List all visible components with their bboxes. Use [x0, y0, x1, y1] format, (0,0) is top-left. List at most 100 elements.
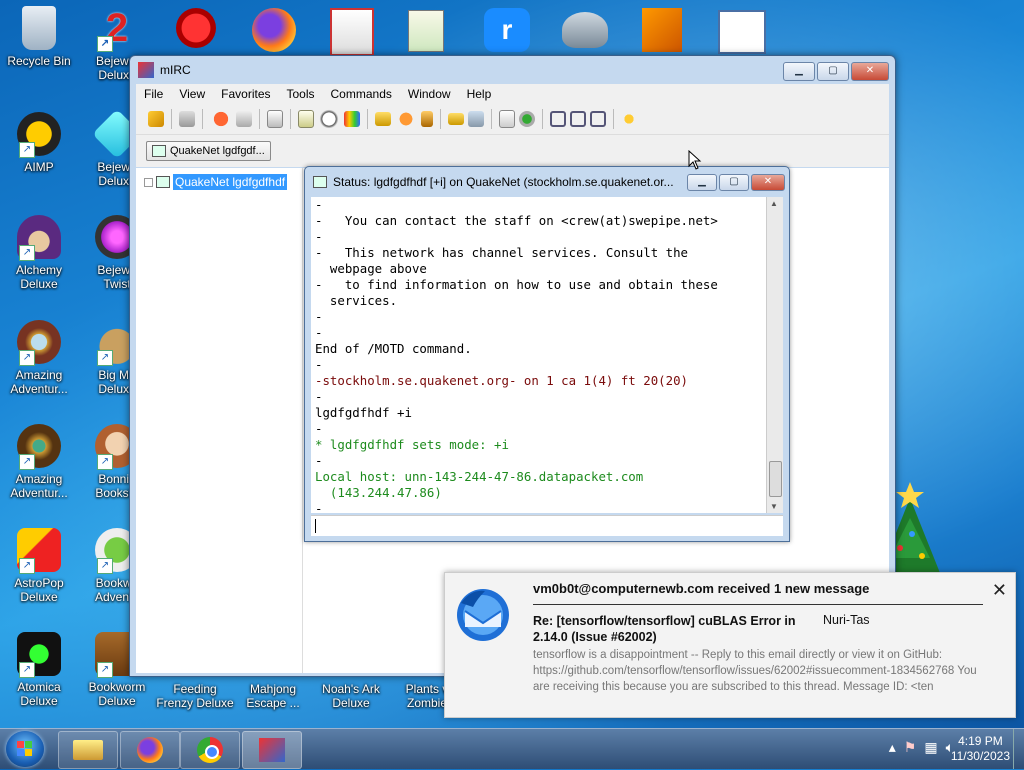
icon-label: Atomica Deluxe	[17, 680, 61, 708]
radiation-icon: ↗	[17, 632, 61, 678]
status-close-button[interactable]: ✕	[751, 174, 785, 191]
tile-vertical-icon[interactable]	[570, 111, 586, 127]
taskbar-clock[interactable]: 4:19 PM 11/30/2023	[951, 734, 1010, 764]
desktop-icon-r-app[interactable]: r	[484, 8, 530, 52]
desktop-icon-noahs-ark[interactable]: Noah's Ark Deluxe	[312, 682, 390, 710]
status-window-controls: ▁ ▢ ✕	[687, 174, 785, 191]
switchbar-button-status[interactable]: QuakeNet lgdfgdf...	[146, 141, 271, 161]
status-window[interactable]: Status: lgdfgdfhdf [+i] on QuakeNet (sto…	[304, 166, 790, 542]
menu-help[interactable]: Help	[459, 87, 500, 101]
status-message-line: * lgdfgdfhdf sets mode: +i	[315, 437, 509, 452]
toolbar-separator	[290, 109, 291, 129]
mirc-titlebar[interactable]: mIRC	[130, 56, 895, 84]
menu-file[interactable]: File	[136, 87, 171, 101]
firefox-icon[interactable]	[252, 8, 296, 52]
scripts-editor-icon[interactable]	[298, 110, 314, 128]
status-maximize-button[interactable]: ▢	[719, 174, 749, 191]
scroll-up-icon[interactable]: ▲	[770, 199, 778, 208]
status-message-line: webpage above	[315, 261, 427, 276]
desktop-icon-feeding-frenzy[interactable]: Feeding Frenzy Deluxe	[156, 682, 234, 710]
status-message-area[interactable]: -- You can contact the staff on <crew(at…	[311, 197, 775, 513]
shark-icon[interactable]	[562, 12, 608, 48]
tree-expand-icon[interactable]	[144, 177, 153, 187]
taskbar-explorer[interactable]	[58, 731, 118, 769]
maximize-button[interactable]: ▢	[817, 62, 849, 81]
desktop-icon-recycle-bin[interactable]: Recycle Bin	[0, 6, 78, 68]
desktop-icon-window-app[interactable]	[718, 10, 766, 54]
recycle-bin-icon	[22, 6, 56, 50]
aimp-icon: ↗	[17, 112, 61, 158]
minimize-button[interactable]: ▁	[783, 62, 815, 81]
status-window-icon	[152, 145, 166, 157]
toolbar-separator	[491, 109, 492, 129]
menu-window[interactable]: Window	[400, 87, 459, 101]
status-message-line: End of /MOTD command.	[315, 341, 472, 356]
menu-commands[interactable]: Commands	[323, 87, 400, 101]
status-command-input[interactable]	[311, 515, 783, 536]
desktop-icon-notepad[interactable]	[408, 10, 444, 52]
desktop-icon-aimp[interactable]: ↗ AIMP	[0, 112, 78, 174]
desktop-icon-mahjong[interactable]	[330, 8, 374, 56]
taskbar-mirc[interactable]	[242, 731, 302, 769]
status-message-line: -	[315, 421, 323, 436]
menu-tools[interactable]: Tools	[279, 87, 323, 101]
desktop-icon-atomica-deluxe[interactable]: ↗ Atomica Deluxe	[0, 632, 78, 708]
notification-header: vm0b0t@computernewb.com received 1 new m…	[533, 581, 870, 596]
desktop-icon-mahjong-escape[interactable]: Mahjong Escape ...	[234, 682, 312, 710]
close-button[interactable]: ✕	[851, 62, 889, 81]
options-icon[interactable]	[179, 111, 195, 127]
dcc-options-icon[interactable]	[421, 111, 433, 127]
desktop-icon-amazing-adventures-1[interactable]: ↗ Amazing Adventur...	[0, 320, 78, 396]
status-scrollbar[interactable]: ▲ ▼	[766, 197, 783, 513]
timer-icon[interactable]	[318, 108, 340, 130]
chrome-center-icon	[205, 745, 219, 759]
notification-close-icon[interactable]: ✕	[992, 580, 1007, 601]
status-minimize-button[interactable]: ▁	[687, 174, 717, 191]
shortcut-arrow-icon: ↗	[97, 454, 113, 470]
taskbar-firefox[interactable]	[120, 731, 180, 769]
show-desktop-button[interactable]	[1013, 729, 1024, 769]
start-button[interactable]	[6, 731, 44, 767]
dcc-send-icon[interactable]	[375, 112, 391, 126]
notify-list-icon[interactable]	[519, 111, 535, 127]
channel-list-icon[interactable]	[448, 113, 464, 125]
help-icon[interactable]	[621, 111, 637, 127]
organize-favorites-icon[interactable]	[236, 111, 252, 127]
cascade-icon[interactable]	[590, 111, 606, 127]
favorites-icon[interactable]	[210, 108, 232, 130]
menu-view[interactable]: View	[171, 87, 213, 101]
desktop-icon-block-game[interactable]	[642, 8, 682, 52]
taskbar-chrome[interactable]	[180, 731, 240, 769]
show-hidden-icons-icon[interactable]: ▴	[889, 739, 896, 756]
desktop-icon-alchemy-deluxe[interactable]: ↗ Alchemy Deluxe	[0, 215, 78, 291]
icon-label: Amazing Adventur...	[10, 368, 68, 396]
scroll-down-icon[interactable]: ▼	[770, 502, 778, 511]
tile-horizontal-icon[interactable]	[550, 111, 566, 127]
bejeweled-2-icon: 2 ↗	[95, 6, 139, 52]
desktop-icon-astropop-deluxe[interactable]: ↗ AstroPop Deluxe	[0, 528, 78, 604]
status-message-line: Local host: unn-143-244-47-86.datapacket…	[315, 469, 644, 484]
menu-favorites[interactable]: Favorites	[213, 87, 278, 101]
shortcut-arrow-icon: ↗	[19, 662, 35, 678]
colors-icon[interactable]	[344, 111, 360, 127]
channels-folder-icon[interactable]	[468, 111, 484, 127]
dcc-chat-icon[interactable]	[395, 108, 417, 130]
treebar-item-quakenet[interactable]: QuakeNet lgdfgdfhdf	[144, 174, 302, 190]
switchbar: QuakeNet lgdfgdf...	[136, 135, 889, 167]
network-icon[interactable]: ▦	[924, 739, 937, 756]
scroll-thumb[interactable]	[769, 461, 782, 497]
url-list-icon[interactable]	[499, 110, 515, 128]
email-notification[interactable]: vm0b0t@computernewb.com received 1 new m…	[444, 572, 1016, 718]
window-controls: ▁ ▢ ✕	[783, 62, 889, 81]
desktop-icon-zuma[interactable]	[176, 8, 216, 48]
status-window-title: Status: lgdfgdfhdf [+i] on QuakeNet (sto…	[333, 175, 674, 189]
text-cursor	[315, 519, 316, 533]
toolbar-separator	[440, 109, 441, 129]
mirc-app-icon	[259, 738, 285, 762]
connect-icon[interactable]	[148, 111, 164, 127]
action-center-flag-icon[interactable]: ⚑	[904, 739, 917, 756]
menu-bar: File View Favorites Tools Commands Windo…	[136, 84, 889, 104]
notification-subject[interactable]: Re: [tensorflow/tensorflow] cuBLAS Error…	[533, 613, 813, 645]
address-book-icon[interactable]	[267, 110, 283, 128]
desktop-icon-amazing-adventures-2[interactable]: ↗ Amazing Adventur...	[0, 424, 78, 500]
